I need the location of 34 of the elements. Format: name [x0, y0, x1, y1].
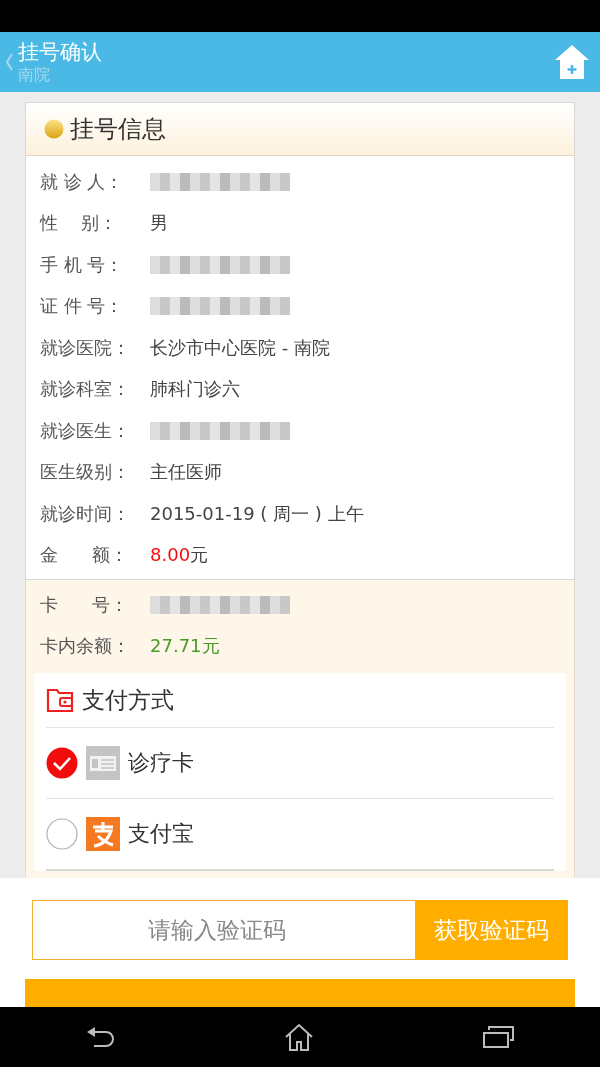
amount-value: 8.00元: [150, 543, 209, 568]
payment-option[interactable]: 支付宝: [46, 799, 554, 871]
recent-apps-icon[interactable]: [483, 1026, 516, 1048]
field-label: 金 额：: [40, 543, 130, 568]
wallet-icon: [46, 687, 74, 713]
home-icon[interactable]: [284, 1023, 314, 1051]
checked-radio-icon[interactable]: [46, 747, 78, 779]
field-label: 就诊医院：: [40, 335, 131, 360]
field-value: 肺科门诊六: [150, 377, 240, 402]
card-title: 挂号信息: [70, 114, 166, 145]
field-label: 手 机 号：: [40, 252, 125, 277]
bullet-icon: [44, 119, 64, 139]
field-label: 证 件 号：: [40, 294, 125, 319]
id-card-icon: [86, 746, 120, 780]
field-label: 就诊科室：: [40, 377, 131, 402]
field-value: 主任医师: [150, 460, 222, 485]
alipay-icon: [86, 817, 120, 851]
field-label: 就诊时间：: [40, 501, 131, 526]
page-subtitle: 南院: [18, 65, 51, 85]
payment-option[interactable]: 诊疗卡: [46, 728, 554, 799]
field-label: 卡 号：: [40, 592, 130, 617]
field-value: 男: [150, 211, 168, 236]
verification-code-field[interactable]: 请输入验证码: [32, 900, 415, 960]
radio-icon[interactable]: [46, 818, 78, 850]
field-label: 就 诊 人：: [40, 169, 125, 194]
section-title: 支付方式: [82, 685, 174, 715]
field-value: 长沙市中心医院 - 南院: [150, 335, 330, 360]
field-label: 卡内余额：: [40, 634, 131, 659]
field-label: 就诊医生：: [40, 418, 131, 443]
field-label: 医生级别：: [40, 460, 131, 485]
page-title: 挂号确认: [18, 39, 103, 65]
balance-value: 27.71元: [150, 634, 220, 659]
field-label: 性 别：: [40, 211, 118, 236]
field-value: 2015-01-19 ( 周一 ) 上午: [150, 501, 364, 526]
